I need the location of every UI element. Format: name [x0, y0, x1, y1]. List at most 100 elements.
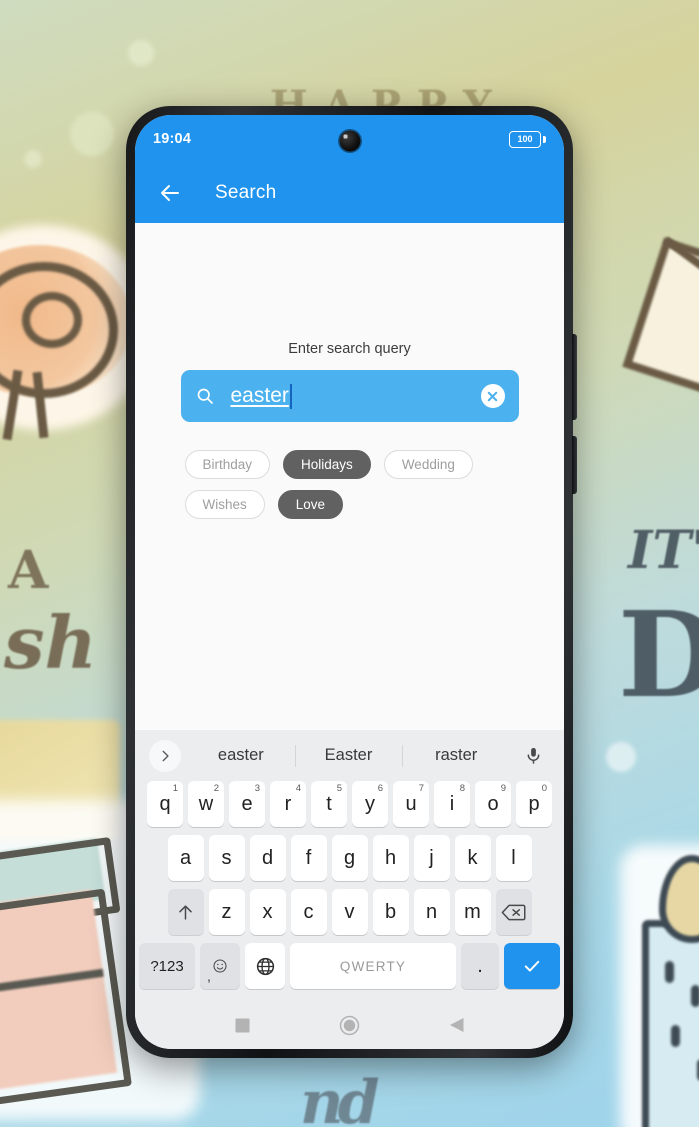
key-d[interactable]: d: [249, 835, 286, 881]
microphone-icon: [527, 747, 539, 764]
keyboard-row-3: z x c v b n m: [135, 889, 564, 943]
key-k[interactable]: k: [454, 835, 491, 881]
key-label: y: [365, 792, 375, 815]
comma-label: ,: [207, 968, 211, 984]
chevron-right-icon: [162, 750, 169, 761]
key-e[interactable]: 3e: [229, 781, 265, 827]
recents-button[interactable]: [223, 1005, 263, 1045]
key-label: i: [449, 792, 455, 815]
navigation-bar: [135, 1001, 564, 1049]
key-r[interactable]: 4r: [270, 781, 306, 827]
key-s[interactable]: s: [208, 835, 245, 881]
key-w[interactable]: 2w: [188, 781, 224, 827]
expand-suggestions-button[interactable]: [149, 739, 181, 772]
status-clock: 19:04: [153, 131, 192, 147]
cupcake-swirl: [22, 292, 82, 348]
chip-wedding[interactable]: Wedding: [383, 450, 473, 479]
backspace-key[interactable]: [495, 889, 532, 935]
search-input[interactable]: easter: [180, 370, 519, 422]
enter-key[interactable]: [504, 943, 560, 989]
phone-device: 19:04 100 Search Enter search query east…: [126, 106, 577, 1058]
key-p[interactable]: 0p: [516, 781, 552, 827]
app-bar: Search: [135, 163, 564, 223]
emoji-key[interactable]: ,: [200, 943, 240, 989]
close-icon: [487, 391, 498, 401]
key-hint: 2: [213, 783, 219, 794]
chip-love[interactable]: Love: [277, 490, 344, 519]
on-screen-keyboard: easter Easter raster 1q 2w 3 e 4 r 5 t 6…: [135, 730, 564, 1001]
keyboard-row-2: a s d f g h j k l: [135, 835, 564, 889]
keyboard-row-1: 1q 2w 3e 4r 5t 6y 7u 8i 9o 0p: [135, 781, 564, 835]
key-j[interactable]: j: [413, 835, 450, 881]
status-bar: 19:04 100: [135, 115, 564, 163]
space-key[interactable]: QWERTY: [290, 943, 456, 989]
suggestion-bar: easter Easter raster: [135, 730, 564, 781]
chip-wishes[interactable]: Wishes: [184, 490, 265, 519]
key-label: w: [198, 792, 214, 815]
key-b[interactable]: b: [372, 889, 409, 935]
bokeh-dot: [128, 40, 154, 66]
key-c[interactable]: c: [290, 889, 327, 935]
key-hint: 8: [459, 783, 465, 794]
bokeh-dot: [70, 112, 114, 156]
key-m[interactable]: m: [454, 889, 491, 935]
back-arrow-button[interactable]: [153, 176, 187, 210]
clear-search-button[interactable]: [480, 384, 505, 408]
candle-body: [642, 920, 699, 1127]
suggestion-item[interactable]: easter: [187, 746, 295, 765]
triangle-back-icon: [450, 1018, 464, 1032]
wallpaper-squiggle-text: nd: [300, 1068, 380, 1127]
wallpaper-big-letter: D: [618, 585, 699, 724]
front-camera-icon: [339, 130, 360, 152]
key-a[interactable]: a: [167, 835, 204, 881]
shift-key[interactable]: [167, 889, 204, 935]
checkmark-icon: [524, 960, 540, 972]
key-g[interactable]: g: [331, 835, 368, 881]
key-t[interactable]: 5t: [311, 781, 347, 827]
key-i[interactable]: 8i: [434, 781, 470, 827]
suggestion-item[interactable]: Easter: [295, 746, 403, 765]
circle-home-icon: [339, 1015, 360, 1035]
screenshot-stage: HAPPY A sh IT'S D nd: [0, 0, 699, 1127]
category-chip-group: Birthday Holidays Wedding Wishes Love: [184, 450, 515, 519]
home-button[interactable]: [330, 1005, 370, 1045]
key-hint: 5: [336, 783, 342, 794]
bokeh-dot: [24, 150, 42, 168]
emoji-smiley-icon: [213, 959, 227, 973]
battery-level-text: 100: [517, 133, 533, 144]
chip-birthday[interactable]: Birthday: [184, 450, 271, 479]
key-y[interactable]: 6y: [352, 781, 388, 827]
volume-button[interactable]: [572, 436, 577, 494]
envelope-sticker: [622, 237, 699, 409]
wallpaper-its-text: IT'S: [628, 520, 699, 581]
key-l[interactable]: l: [495, 835, 532, 881]
key-z[interactable]: z: [208, 889, 245, 935]
period-key[interactable]: .: [461, 943, 499, 989]
microphone-button[interactable]: [516, 739, 550, 773]
key-q[interactable]: 1q: [147, 781, 183, 827]
back-button[interactable]: [437, 1005, 477, 1045]
search-field-label: Enter search query: [288, 341, 411, 357]
key-hint: 4: [295, 783, 301, 794]
power-button[interactable]: [572, 334, 577, 420]
key-hint: 9: [500, 783, 506, 794]
shift-arrow-up-icon: [179, 904, 192, 920]
key-v[interactable]: v: [331, 889, 368, 935]
language-switch-key[interactable]: [245, 943, 285, 989]
wallpaper-sh-text: sh: [4, 600, 97, 685]
key-label: p: [528, 792, 540, 815]
suggestion-item[interactable]: raster: [402, 746, 510, 765]
key-hint: 0: [541, 783, 547, 794]
content-area: Enter search query easter Birthday Holid…: [135, 223, 564, 730]
key-o[interactable]: 9o: [475, 781, 511, 827]
key-h[interactable]: h: [372, 835, 409, 881]
page-title: Search: [215, 182, 277, 203]
square-recents-icon: [235, 1017, 250, 1033]
key-u[interactable]: 7u: [393, 781, 429, 827]
chip-holidays[interactable]: Holidays: [283, 450, 371, 479]
key-x[interactable]: x: [249, 889, 286, 935]
key-hint: 6: [377, 783, 383, 794]
key-f[interactable]: f: [290, 835, 327, 881]
key-n[interactable]: n: [413, 889, 450, 935]
symbols-key[interactable]: ?123: [139, 943, 195, 989]
